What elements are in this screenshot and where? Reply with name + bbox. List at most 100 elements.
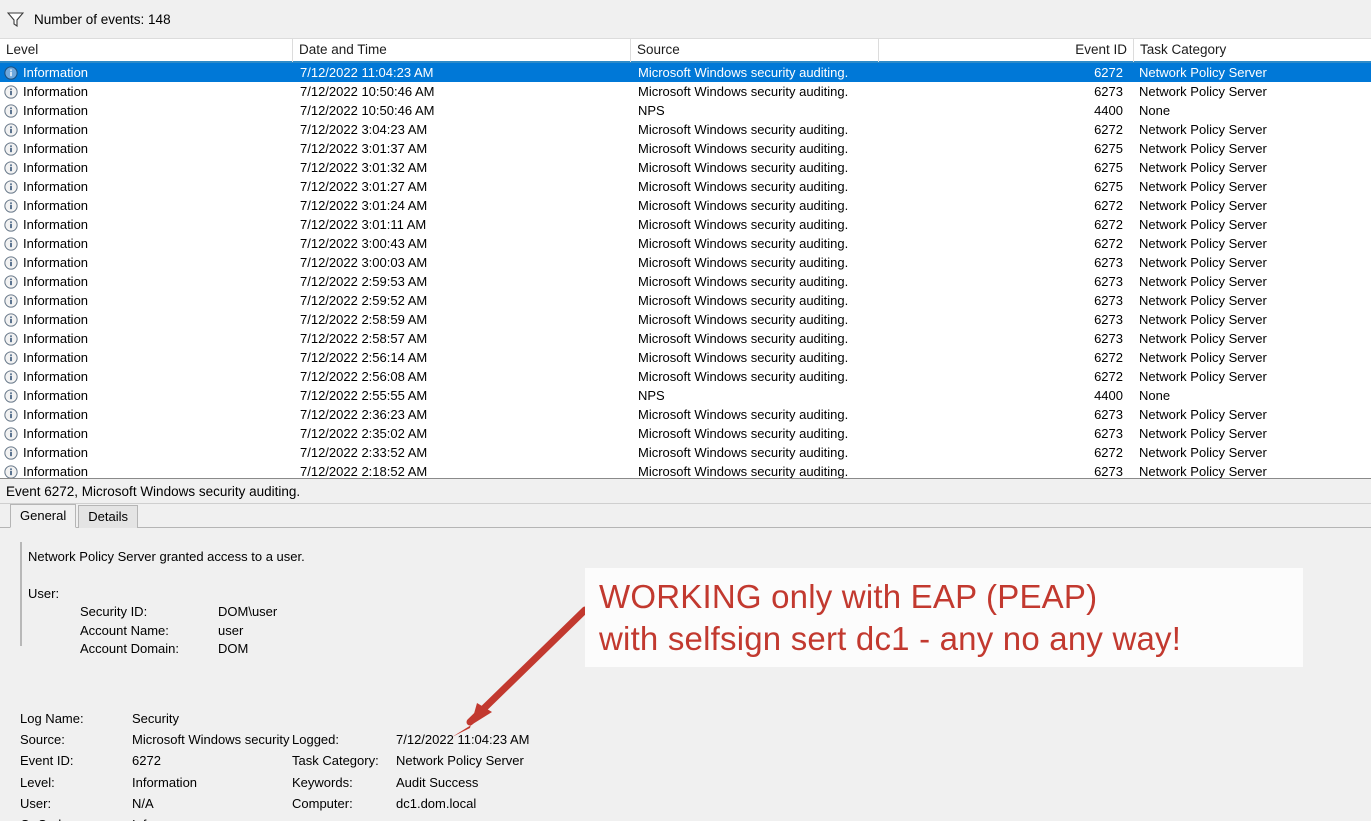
event-list-header: Level Date and Time Source Event ID Task… [0,38,1371,63]
cell-task-category: Network Policy Server [1139,445,1267,460]
cell-level-text: Information [23,445,89,460]
opcode-value: Info [132,814,292,821]
information-icon [4,217,18,232]
cell-level-text: Information [23,179,89,194]
cell-level-text: Information [23,236,89,251]
information-icon [4,160,18,175]
events-count-bar: Number of events: 148 [0,0,1371,39]
column-header-event-id[interactable]: Event ID [878,38,1133,62]
cell-level: Information [0,443,292,462]
funnel-icon[interactable] [0,11,30,27]
cell-level: Information [0,272,292,291]
event-id-value: 6272 [132,753,161,769]
table-row[interactable]: Information 7/12/2022 3:01:27 AM Microsoft… [0,177,1371,196]
cell-source: Microsoft Windows security auditing. [638,84,849,99]
cell-task-category: Network Policy Server [1139,426,1267,441]
logged-value: 7/12/2022 11:04:23 AM [396,732,530,748]
column-header-source[interactable]: Source [630,38,878,62]
cell-date-and-time: 7/12/2022 11:04:23 AM [300,65,434,80]
column-header-date-and-time[interactable]: Date and Time [292,38,630,62]
cell-date-and-time: 7/12/2022 2:59:52 AM [300,293,428,308]
cell-source: Microsoft Windows security auditing. [638,407,849,422]
cell-source: Microsoft Windows security auditing. [638,179,849,194]
cell-level: Information [0,120,292,139]
cell-task-category: Network Policy Server [1139,84,1267,99]
cell-source: Microsoft Windows security auditing. [638,217,849,232]
table-row[interactable]: Information 7/12/2022 3:01:37 AM Microsoft… [0,139,1371,158]
cell-level-text: Information [23,255,89,270]
cell-date-and-time: 7/12/2022 10:50:46 AM [300,103,435,118]
cell-task-category: Network Policy Server [1139,293,1267,308]
metadata-row-user: User: N/A Computer: dc1.dom.local [20,793,580,814]
table-row[interactable]: Information 7/12/2022 2:58:59 AM Microsoft… [0,310,1371,329]
cell-source: Microsoft Windows security auditing. [638,426,849,441]
cell-level: Information [0,462,292,478]
cell-level-text: Information [23,369,89,384]
cell-task-category: None [1139,388,1171,403]
column-header-level[interactable]: Level [0,38,292,62]
tab-general[interactable]: General [10,504,77,528]
cell-level: Information [0,424,292,443]
cell-date-and-time: 7/12/2022 3:00:03 AM [300,255,428,270]
cell-level: Information [0,234,292,253]
information-icon [4,84,18,99]
cell-date-and-time: 7/12/2022 3:00:43 AM [300,236,428,251]
table-row[interactable]: Information 7/12/2022 2:59:53 AM Microsoft… [0,272,1371,291]
funnel-icon-svg [6,11,24,27]
cell-source: Microsoft Windows security auditing. [638,122,849,137]
table-row[interactable]: Information 7/12/2022 2:55:55 AM NPS 4400 No… [0,386,1371,405]
table-row[interactable]: Information 7/12/2022 2:35:02 AM Microsoft… [0,424,1371,443]
cell-event-id: 6273 [1094,464,1123,478]
cell-source: Microsoft Windows security auditing. [638,160,849,175]
computer-label: Computer: [292,795,353,811]
cell-date-and-time: 7/12/2022 2:35:02 AM [300,426,428,441]
information-icon [4,350,18,365]
annotation-callout: WORKING only with EAP (PEAP) with selfsi… [585,568,1303,667]
computer-value: dc1.dom.local [396,795,477,811]
event-detail-title: Event 6272, Microsoft Windows security a… [0,479,1371,504]
cell-date-and-time: 7/12/2022 2:56:08 AM [300,369,428,384]
table-row[interactable]: Information 7/12/2022 3:01:32 AM Microsoft… [0,158,1371,177]
cell-task-category: Network Policy Server [1139,179,1267,194]
cell-source: Microsoft Windows security auditing. [638,369,849,384]
table-row[interactable]: Information 7/12/2022 2:58:57 AM Microsoft… [0,329,1371,348]
keywords-label: Keywords: [292,774,353,790]
cell-level-text: Information [23,198,89,213]
table-row[interactable]: Information 7/12/2022 2:59:52 AM Microsoft… [0,291,1371,310]
cell-level-text: Information [23,217,89,232]
cell-level: Information [0,63,292,82]
cell-task-category: Network Policy Server [1139,255,1267,270]
tab-details[interactable]: Details [78,505,138,528]
cell-level: Information [0,253,292,272]
table-row[interactable]: Information 7/12/2022 2:36:23 AM Microsoft… [0,405,1371,424]
cell-level-text: Information [23,388,89,403]
information-icon [4,426,18,441]
table-row[interactable]: Information 7/12/2022 3:04:23 AM Microsoft… [0,120,1371,139]
user-value: N/A [132,795,154,811]
table-row[interactable]: Information 7/12/2022 2:56:14 AM Microsoft… [0,348,1371,367]
cell-date-and-time: 7/12/2022 2:56:14 AM [300,350,428,365]
information-icon [4,198,18,213]
event-viewer-window: Number of events: 148 Level Date and Tim… [0,0,1371,821]
table-row[interactable]: Information 7/12/2022 3:00:03 AM Microsoft… [0,253,1371,272]
table-row[interactable]: Information 7/12/2022 2:18:52 AM Microsoft… [0,462,1371,478]
table-row[interactable]: Information 7/12/2022 10:50:46 AM Microsof… [0,82,1371,101]
table-row[interactable]: Information 7/12/2022 3:01:11 AM Microsoft… [0,215,1371,234]
level-value: Information [132,774,198,790]
table-row[interactable]: Information 7/12/2022 3:00:43 AM Microsoft… [0,234,1371,253]
cell-task-category: Network Policy Server [1139,274,1267,289]
table-row[interactable]: Information 7/12/2022 2:33:52 AM Microsoft… [0,443,1371,462]
cell-level-text: Information [23,103,89,118]
table-row[interactable]: Information 7/12/2022 2:56:08 AM Microsoft… [0,367,1371,386]
table-row[interactable]: Information 7/12/2022 11:04:23 AM Microsof… [0,63,1371,82]
column-header-task-category[interactable]: Task Category [1133,38,1371,62]
cell-level: Information [0,82,292,101]
logged-label: Logged: [292,732,339,748]
table-row[interactable]: Information 7/12/2022 3:01:24 AM Microsoft… [0,196,1371,215]
cell-level-text: Information [23,312,89,327]
account-name-label: Account Name: [80,622,169,638]
annotation-line-2: with selfsign sert dc1 - any no any way! [599,619,1182,657]
cell-event-id: 4400 [1094,388,1123,403]
table-row[interactable]: Information 7/12/2022 10:50:46 AM NPS 4400 N… [0,101,1371,120]
event-list-rows[interactable]: Information 7/12/2022 11:04:23 AM Microsof… [0,63,1371,478]
